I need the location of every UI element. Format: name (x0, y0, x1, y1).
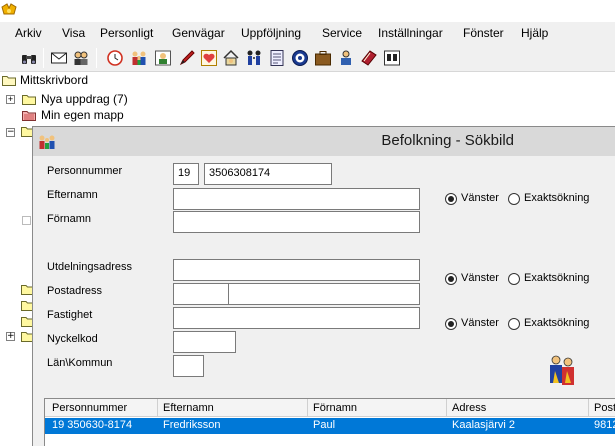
menu-uppfoljning[interactable]: Uppföljning (241, 26, 301, 40)
toolbar-separator (96, 48, 97, 68)
radio-vanster-label: Vänster (461, 272, 499, 284)
house-icon[interactable] (222, 49, 240, 67)
radio-vanster[interactable] (445, 273, 457, 285)
menu-service[interactable]: Service (322, 26, 362, 40)
radio-exaktsokning[interactable] (508, 193, 520, 205)
menu-genvagar[interactable]: Genvägar (172, 26, 225, 40)
briefcase-icon[interactable] (314, 49, 332, 67)
binoculars-icon[interactable] (20, 49, 38, 67)
person-icon[interactable] (337, 49, 355, 67)
column-divider[interactable] (157, 399, 158, 417)
heart-icon[interactable] (200, 49, 218, 67)
menu-personligt[interactable]: Personligt (100, 26, 153, 40)
fastighet-search-mode: Vänster Exaktsökning (445, 317, 615, 333)
folder-icon (22, 95, 36, 105)
efternamn-search-mode: Vänster Exaktsökning (445, 192, 615, 208)
expand-icon[interactable]: + (6, 332, 15, 341)
lan-kommun-field[interactable] (173, 355, 204, 377)
clock-icon[interactable] (106, 49, 124, 67)
fornamn-field[interactable] (173, 211, 420, 233)
postadress-label: Postadress (47, 285, 103, 297)
toolbar (0, 44, 615, 72)
radio-exaktsokning[interactable] (508, 273, 520, 285)
tree-item-label: Min egen mapp (41, 108, 124, 122)
open-folder-icon (2, 76, 16, 86)
column-divider[interactable] (588, 399, 589, 417)
pen-icon[interactable] (178, 49, 196, 67)
tree-item-label: Nya uppdrag (7) (41, 92, 128, 106)
cell-personnummer: 19 350630-8174 (52, 419, 133, 431)
cell-fornamn: Paul (313, 419, 336, 431)
results-grid: Personnummer Efternamn Förnamn Adress Po… (44, 398, 615, 446)
dialog-title: Befolkning - Sökbild (381, 132, 514, 149)
column-divider[interactable] (307, 399, 308, 417)
coin-icon[interactable] (291, 49, 309, 67)
mail-icon[interactable] (50, 49, 68, 67)
nyckelkod-label: Nyckelkod (47, 333, 98, 345)
personnummer-field[interactable]: 3506308174 (204, 163, 332, 185)
efternamn-field[interactable] (173, 188, 420, 210)
personnummer-century-field[interactable]: 19 (173, 163, 199, 185)
adress-search-mode: Vänster Exaktsökning (445, 272, 615, 288)
results-header: Personnummer Efternamn Förnamn Adress Po… (45, 399, 615, 417)
menu-bar: Arkiv Visa Personligt Genvägar Uppföljni… (0, 22, 615, 44)
utdelningsadress-label: Utdelningsadress (47, 261, 132, 273)
radio-vanster-label: Vänster (461, 317, 499, 329)
expand-icon[interactable]: − (6, 128, 15, 137)
radio-exaktsokning[interactable] (508, 318, 520, 330)
column-header-personnummer[interactable]: Personnummer (52, 402, 127, 414)
persons-icon[interactable] (245, 49, 263, 67)
column-header-adress[interactable]: Adress (452, 402, 486, 414)
column-header-efternamn[interactable]: Efternamn (163, 402, 214, 414)
personnummer-label: Personnummer (47, 165, 123, 177)
column-header-post[interactable]: Post (594, 402, 615, 414)
private-folder-icon (22, 111, 36, 121)
tree-root-label: Mittskrivbord (20, 73, 89, 87)
radio-exaktsokning-label: Exaktsökning (524, 317, 590, 329)
binoculars-list-icon[interactable] (383, 49, 401, 67)
menu-installningar[interactable]: Inställningar (378, 26, 443, 40)
fastighet-field[interactable] (173, 307, 420, 329)
radio-vanster[interactable] (445, 193, 457, 205)
family-icon[interactable] (130, 49, 148, 67)
dialog-title-bar[interactable]: Befolkning - Sökbild (33, 127, 615, 156)
radio-vanster[interactable] (445, 318, 457, 330)
postort-field[interactable] (228, 283, 420, 305)
menu-visa[interactable]: Visa (62, 26, 85, 40)
people-icon[interactable] (72, 49, 90, 67)
expand-icon[interactable] (22, 216, 31, 225)
toolbar-separator (43, 48, 44, 68)
app-title-bar (0, 0, 615, 20)
column-header-fornamn[interactable]: Förnamn (313, 402, 357, 414)
efternamn-label: Efternamn (47, 189, 98, 201)
menu-fonster[interactable]: Fönster (463, 26, 504, 40)
utdelningsadress-field[interactable] (173, 259, 420, 281)
lan-kommun-label: Län\Kommun (47, 357, 113, 369)
document-icon[interactable] (268, 49, 286, 67)
menu-arkiv[interactable]: Arkiv (15, 26, 42, 40)
radio-vanster-label: Vänster (461, 192, 499, 204)
fastighet-label: Fastighet (47, 309, 93, 321)
menu-hjalp[interactable]: Hjälp (521, 26, 548, 40)
person-card-icon[interactable] (154, 49, 172, 67)
search-people-icon[interactable] (547, 353, 579, 387)
postnummer-field[interactable] (173, 283, 229, 305)
cell-post: 9812 (594, 419, 615, 431)
book-icon[interactable] (360, 49, 378, 67)
radio-exaktsokning-label: Exaktsökning (524, 192, 590, 204)
table-row[interactable]: 19 350630-8174 Fredriksson Paul Kaalasjä… (45, 418, 615, 434)
nyckelkod-field[interactable] (173, 331, 236, 353)
expand-icon[interactable]: + (6, 95, 15, 104)
column-divider[interactable] (446, 399, 447, 417)
cell-efternamn: Fredriksson (163, 419, 221, 431)
cell-adress: Kaalasjärvi 2 (452, 419, 515, 431)
app-logo-icon (1, 3, 17, 15)
radio-exaktsokning-label: Exaktsökning (524, 272, 590, 284)
fornamn-label: Förnamn (47, 213, 92, 225)
